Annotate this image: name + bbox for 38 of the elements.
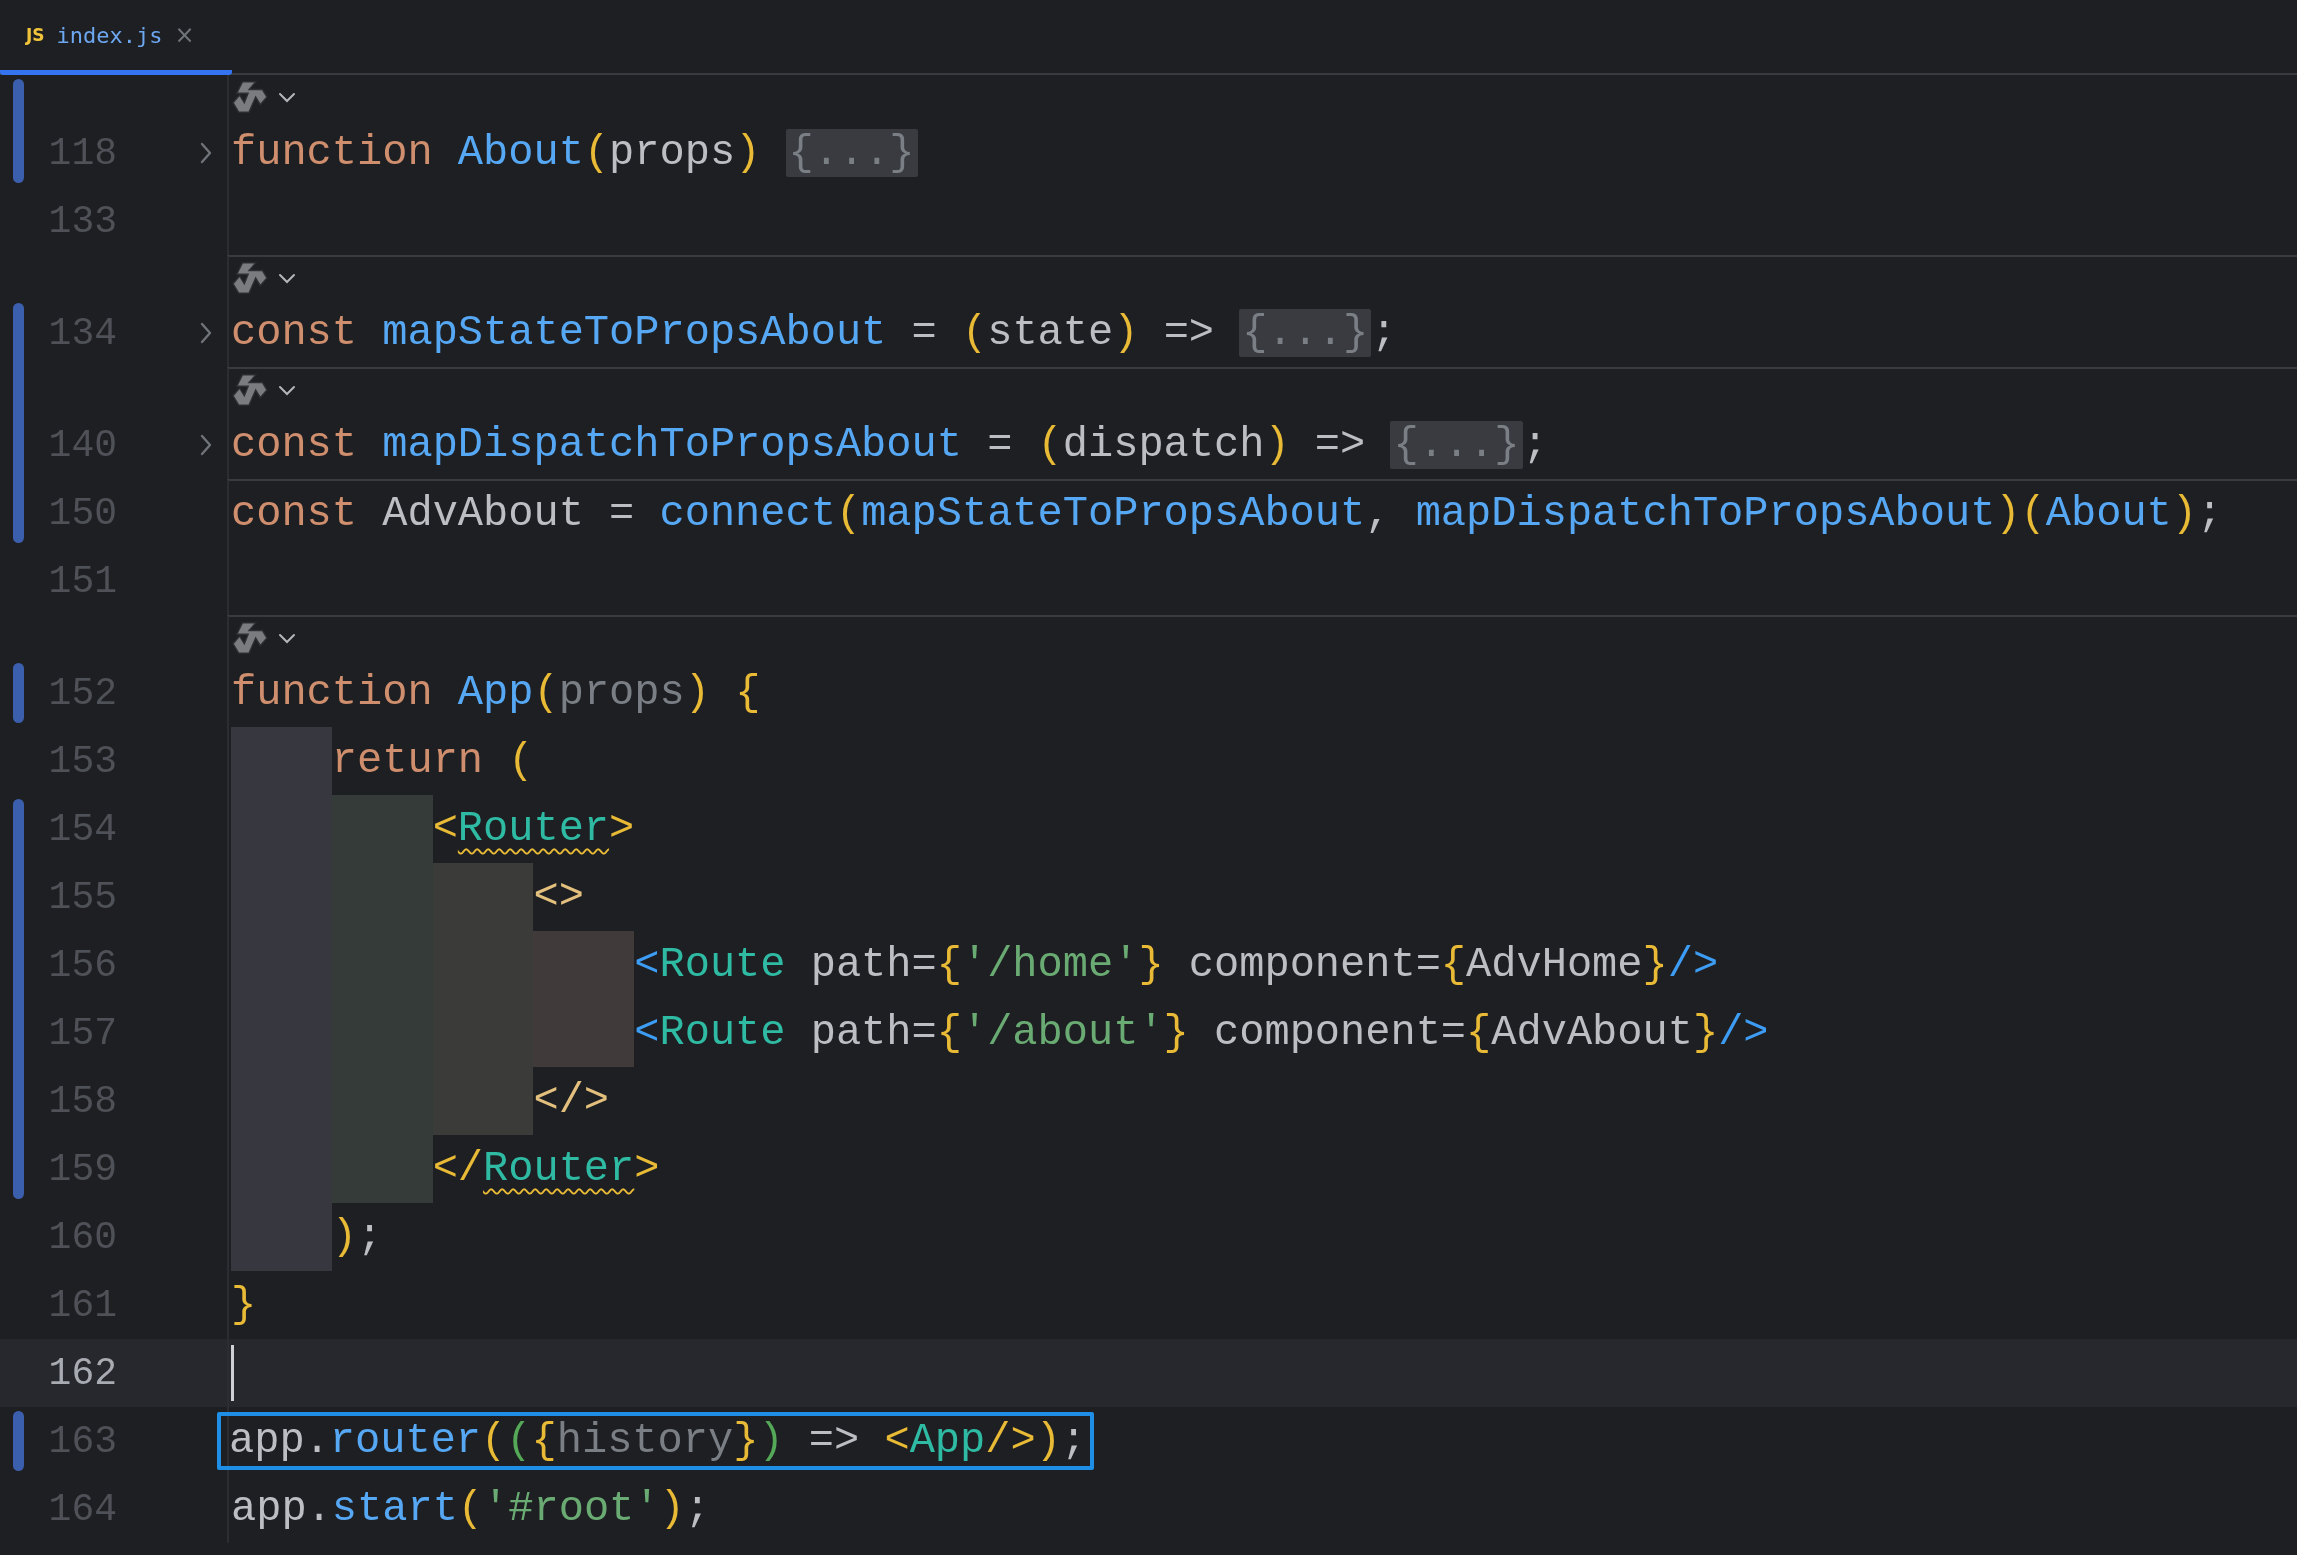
chevron-down-icon[interactable] bbox=[277, 383, 297, 397]
hexagon-logo-icon[interactable] bbox=[231, 621, 269, 655]
code-line: app.start('#root'); bbox=[231, 1483, 710, 1535]
code-line: <Route path={'/about'} component={AdvAbout}/> bbox=[634, 1007, 1769, 1059]
code-line: const mapDispatchToPropsAbout = (dispatch) => {...}; bbox=[231, 419, 1548, 471]
chevron-right-icon[interactable] bbox=[199, 321, 213, 345]
chevron-down-icon[interactable] bbox=[277, 271, 297, 285]
code-line: function About(props) {...} bbox=[231, 127, 918, 179]
change-marker[interactable] bbox=[13, 119, 24, 183]
code-line: ); bbox=[331, 1211, 383, 1263]
javascript-file-icon: JS bbox=[26, 25, 45, 45]
chevron-down-icon[interactable] bbox=[277, 631, 297, 645]
change-marker[interactable] bbox=[13, 79, 24, 119]
code-line: <Route path={'/home'} component={AdvHome}/> bbox=[634, 939, 1719, 991]
code-line: const AdvAbout = connect(mapStateToPropsAbout, mapDispatchToPropsAbout)(About); bbox=[231, 488, 2223, 540]
change-marker[interactable] bbox=[13, 799, 24, 863]
chevron-down-icon[interactable] bbox=[277, 90, 297, 104]
hexagon-logo-icon[interactable] bbox=[231, 373, 269, 407]
hexagon-logo-icon[interactable] bbox=[231, 261, 269, 295]
chevron-right-icon[interactable] bbox=[199, 433, 213, 457]
change-marker[interactable] bbox=[13, 303, 24, 367]
code-line: return ( bbox=[331, 735, 534, 787]
change-marker[interactable] bbox=[13, 479, 24, 543]
code-line: </Router> bbox=[432, 1143, 660, 1195]
line-number: 162 bbox=[48, 1351, 117, 1395]
code-line: </> bbox=[533, 1075, 610, 1127]
code-line: <Router> bbox=[432, 803, 635, 855]
change-marker[interactable] bbox=[13, 1135, 24, 1199]
change-marker[interactable] bbox=[13, 663, 24, 723]
hexagon-logo-icon[interactable] bbox=[231, 80, 269, 114]
text-cursor bbox=[231, 1345, 234, 1401]
change-marker[interactable] bbox=[13, 1411, 24, 1471]
file-tab[interactable]: JS index.js × bbox=[0, 0, 232, 75]
code-line: <> bbox=[533, 871, 584, 923]
code-line: } bbox=[231, 1279, 257, 1331]
code-line: const mapStateToPropsAbout = (state) => {...}; bbox=[231, 307, 1397, 359]
code-line: function App(props) { bbox=[231, 667, 761, 719]
chevron-right-icon[interactable] bbox=[199, 141, 213, 165]
